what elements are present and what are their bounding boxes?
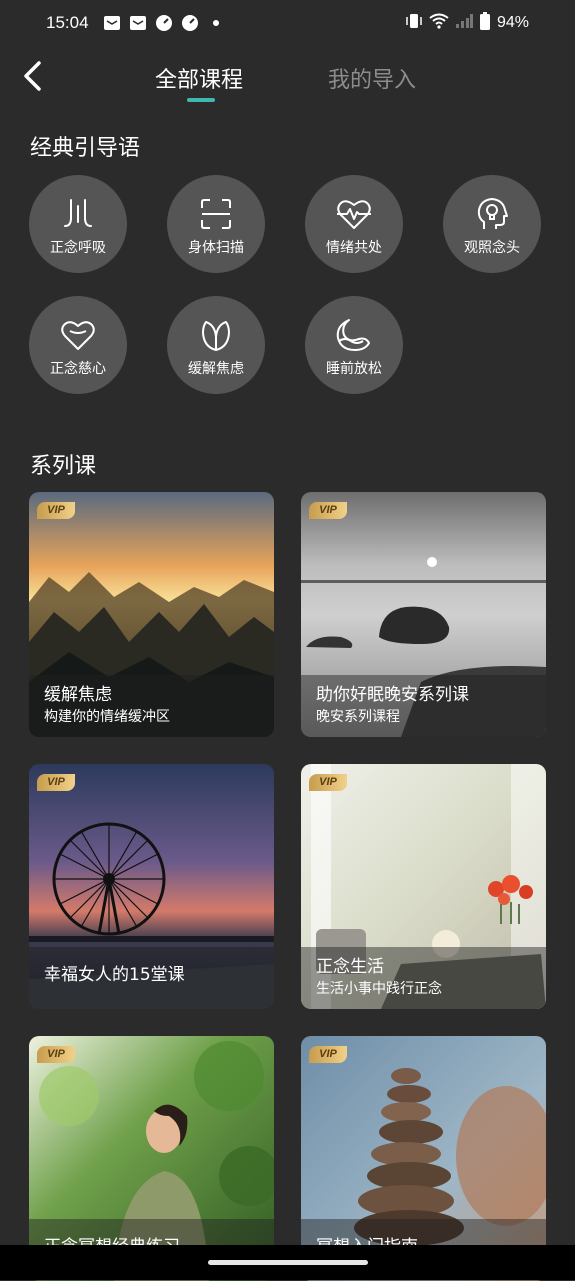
dot-icon [207,14,225,32]
guide-item-loving-kindness[interactable]: 正念慈心 [29,296,127,394]
leaf-icon [197,316,235,354]
card-subtitle: 构建你的情绪缓冲区 [44,709,170,725]
status-time: 15:04 [46,13,89,32]
guide-label: 缓解焦虑 [188,361,244,377]
guide-label: 身体扫描 [188,240,244,256]
series-card[interactable]: VIP 缓解焦虑 构建你的情绪缓冲区 [29,492,274,737]
heart-icon [59,316,97,354]
system-nav-bar [0,1245,575,1280]
wifi-icon [429,13,449,34]
vip-badge: VIP [37,774,75,791]
battery-icon [479,11,491,35]
active-tab-indicator [187,98,215,102]
header: 全部课程 我的导入 [0,48,575,108]
card-subtitle: 晚安系列课程 [316,709,400,725]
series-card[interactable]: VIP 幸福女人的15堂课 [29,764,274,1009]
home-gesture-handle[interactable] [208,1260,368,1265]
guide-label: 正念慈心 [50,361,106,377]
mail-icon [103,14,121,32]
breath-icon [59,195,97,233]
guide-label: 观照念头 [464,240,520,256]
scan-icon [197,195,235,233]
speedometer-icon [155,14,173,32]
guide-label: 正念呼吸 [50,240,106,256]
vip-badge: VIP [309,502,347,519]
signal-icon [455,13,473,34]
guide-item-sleep-relax[interactable]: 睡前放松 [305,296,403,394]
card-info: 正念生活 生活小事中践行正念 [301,947,546,1009]
heartbeat-icon [335,195,373,233]
guide-item-body-scan[interactable]: 身体扫描 [167,175,265,273]
tab-my-imports[interactable]: 我的导入 [328,62,416,94]
guide-item-emotion[interactable]: 情绪共处 [305,175,403,273]
card-info: 缓解焦虑 构建你的情绪缓冲区 [29,675,274,737]
series-card[interactable]: VIP 助你好眠晚安系列课 晚安系列课程 [301,492,546,737]
series-section-title: 系列课 [30,454,97,479]
card-title: 正念生活 [316,957,384,977]
vip-badge: VIP [309,774,347,791]
guide-item-relieve-anxiety[interactable]: 缓解焦虑 [167,296,265,394]
card-subtitle: 生活小事中践行正念 [316,981,442,997]
guide-label: 睡前放松 [326,361,382,377]
card-info: 幸福女人的15堂课 [29,947,274,1009]
guide-item-observe-thoughts[interactable]: 观照念头 [443,175,541,273]
moon-icon [335,316,373,354]
vip-badge: VIP [37,1046,75,1063]
vibrate-icon [405,13,423,34]
card-title: 缓解焦虑 [44,685,112,705]
vip-badge: VIP [309,1046,347,1063]
speedometer-icon [181,14,199,32]
status-bar: 15:04 94% [0,0,575,46]
guides-section-title: 经典引导语 [30,136,141,161]
series-card[interactable]: VIP 正念生活 生活小事中践行正念 [301,764,546,1009]
tab-all-courses[interactable]: 全部课程 [155,62,243,94]
back-button[interactable] [14,56,50,96]
chevron-left-icon [24,61,41,91]
battery-percent: 94% [496,14,529,31]
mail-icon [129,14,147,32]
status-left: 15:04 [46,13,225,33]
mind-bulb-icon [473,195,511,233]
card-title: 助你好眠晚安系列课 [316,685,469,705]
guide-label: 情绪共处 [326,240,382,256]
card-title: 幸福女人的15堂课 [44,965,185,985]
card-info: 助你好眠晚安系列课 晚安系列课程 [301,675,546,737]
vip-badge: VIP [37,502,75,519]
guide-item-mindful-breathing[interactable]: 正念呼吸 [29,175,127,273]
status-right: 94% [405,11,529,35]
